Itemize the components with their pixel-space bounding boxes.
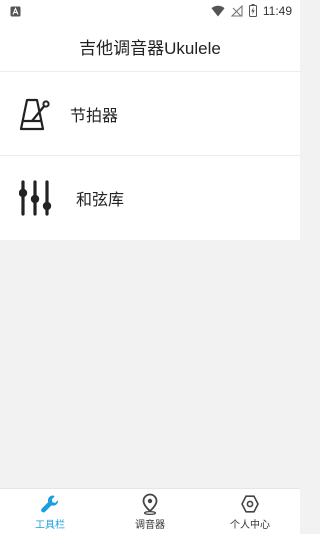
- status-bar: 11:49: [0, 0, 300, 22]
- page-title: 吉他调音器Ukulele: [79, 39, 221, 58]
- nav-tab-label: 个人中心: [230, 519, 270, 531]
- nav-tab-profile[interactable]: 个人中心: [200, 489, 300, 534]
- wifi-icon: [211, 2, 225, 21]
- wrench-icon: [39, 493, 61, 515]
- nav-tab-label: 工具栏: [35, 519, 65, 531]
- metronome-icon: [16, 94, 56, 134]
- nav-tab-label: 调音器: [135, 519, 165, 531]
- battery-charging-icon: [248, 2, 257, 21]
- nav-tab-tuner[interactable]: 调音器: [100, 489, 200, 534]
- menu-item-chord-library[interactable]: 和弦库: [0, 156, 300, 240]
- status-time: 11:49: [262, 4, 292, 18]
- menu-item-label: 节拍器: [70, 105, 119, 125]
- no-signal-icon: [230, 2, 243, 21]
- menu-item-metronome[interactable]: 节拍器: [0, 72, 300, 156]
- app-notification-icon: [10, 2, 21, 21]
- tool-menu-list: 节拍器 和弦库: [0, 72, 300, 240]
- sliders-icon: [16, 178, 56, 218]
- nav-tab-toolbar[interactable]: 工具栏: [0, 489, 100, 534]
- location-pin-icon: [139, 493, 161, 515]
- status-right: 11:49: [211, 2, 292, 21]
- bottom-nav: 工具栏 调音器 个人中心: [0, 488, 300, 534]
- hexagon-icon: [239, 493, 261, 515]
- app-header: 吉他调音器Ukulele: [0, 22, 300, 72]
- menu-item-label: 和弦库: [76, 190, 125, 209]
- status-left: [10, 2, 21, 21]
